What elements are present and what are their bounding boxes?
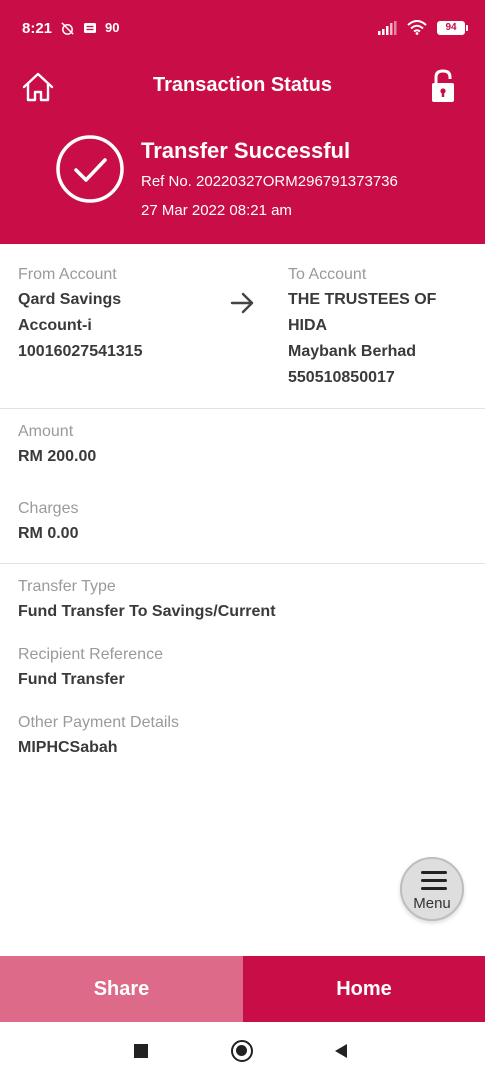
signal-icon (378, 20, 397, 35)
battery-level: 94 (445, 21, 457, 33)
transfer-status: Transfer Successful (141, 138, 351, 163)
reference-number: Ref No. 20220327ORM296791373736 (141, 173, 398, 190)
from-account-number: 10016027541315 (18, 343, 143, 360)
status-icons-right: 94 (377, 20, 468, 35)
transaction-header: Transaction Status Transfer Successful R… (0, 58, 485, 244)
wifi-icon (407, 20, 427, 35)
to-account-name-line2: HIDA (288, 317, 328, 334)
unlock-icon[interactable] (428, 68, 458, 104)
from-account-name-line2: Account-i (18, 317, 92, 334)
to-account-label: To Account (288, 266, 367, 283)
divider (0, 563, 485, 564)
to-account-number: 550510850017 (288, 369, 395, 386)
system-nav-bar (0, 1022, 485, 1080)
other-payment-details-value: MIPHCSabah (18, 739, 118, 756)
status-time: 8:21 (22, 20, 53, 37)
transaction-datetime: 27 Mar 2022 08:21 am (141, 202, 292, 219)
recents-icon[interactable] (134, 1044, 148, 1058)
status-icons-left: 90 (60, 20, 119, 36)
menu-label: Menu (413, 895, 451, 912)
hamburger-icon (421, 871, 447, 895)
other-payment-details-label: Other Payment Details (18, 714, 179, 731)
home-button[interactable]: Home (243, 956, 485, 1022)
transfer-type-label: Transfer Type (18, 578, 116, 595)
to-account-name-line1: THE TRUSTEES OF (288, 291, 437, 308)
recipient-reference-value: Fund Transfer (18, 671, 125, 688)
battery-icon: 94 (437, 20, 468, 35)
success-check-icon (56, 135, 124, 203)
charges-label: Charges (18, 500, 79, 517)
to-account-bank: Maybank Berhad (288, 343, 417, 360)
message-icon (84, 23, 96, 33)
from-account-name-line1: Qard Savings (18, 291, 122, 308)
alarm-off-icon (61, 21, 74, 35)
from-account-label: From Account (18, 266, 117, 283)
recipient-reference-label: Recipient Reference (18, 646, 163, 663)
transfer-type-value: Fund Transfer To Savings/Current (18, 603, 276, 620)
share-button[interactable]: Share (0, 956, 243, 1022)
amount-label: Amount (18, 423, 74, 440)
menu-button[interactable]: Menu (400, 857, 464, 921)
home-nav-icon[interactable] (231, 1040, 253, 1062)
back-icon[interactable] (333, 1043, 349, 1059)
status-text-icon: 90 (105, 20, 120, 35)
charges-value: RM 0.00 (18, 525, 79, 542)
page-title: Transaction Status (153, 74, 332, 96)
status-bar: 8:21 90 94 (0, 0, 485, 58)
bottom-action-bar: Share Home (0, 956, 485, 1022)
amount-value: RM 200.00 (18, 448, 97, 465)
divider (0, 408, 485, 409)
arrow-right-icon (230, 292, 254, 314)
